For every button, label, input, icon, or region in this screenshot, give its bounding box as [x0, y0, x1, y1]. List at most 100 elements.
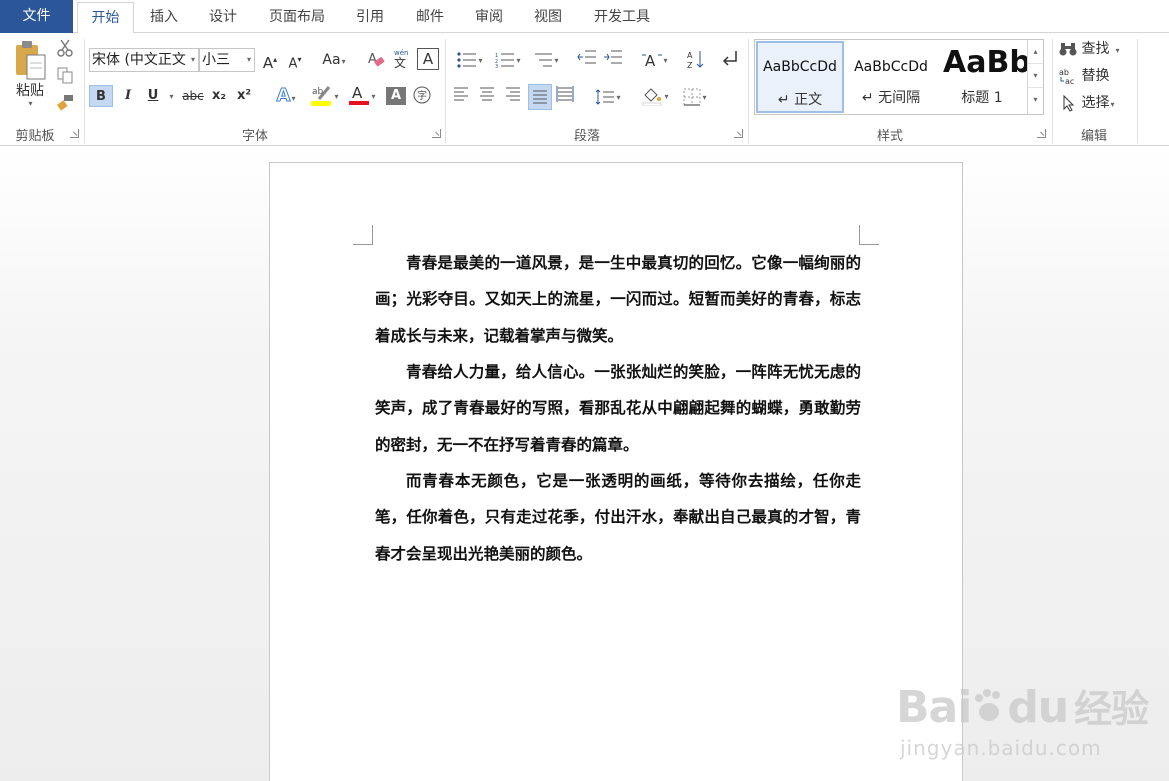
select-label: 选择 [1081, 95, 1110, 111]
align-right-button[interactable] [504, 86, 526, 108]
enclose-characters-icon: 字 [413, 86, 431, 104]
style-no-spacing[interactable]: AaBbCcDd ↵ 无间隔 [847, 41, 935, 113]
margin-corner-mark [353, 225, 373, 245]
clipboard-dialog-launcher[interactable] [70, 129, 79, 138]
document-page[interactable]: 青春是最美的一道风景，是一生中最真切的回忆。它像一幅绚丽的画；光彩夺目。又如天上… [269, 162, 963, 781]
copy-button[interactable] [56, 66, 78, 88]
shading-button[interactable]: ▾ [636, 85, 674, 107]
font-group-label: 字体 [241, 129, 268, 144]
font-dialog-launcher[interactable] [432, 129, 441, 138]
phonetic-guide-button[interactable]: wén 文 [392, 47, 412, 69]
bullets-button[interactable]: ▾ [452, 49, 488, 71]
align-center-button[interactable] [478, 86, 500, 108]
group-separator [445, 39, 446, 143]
svg-text:3: 3 [495, 64, 498, 68]
borders-icon [683, 88, 701, 105]
paste-button[interactable]: 粘贴 ▾ [8, 39, 52, 119]
character-shading-button[interactable]: A [386, 87, 406, 105]
tab-page-layout[interactable]: 页面布局 [258, 2, 336, 33]
subscript-button[interactable]: x₂ [208, 85, 230, 107]
italic-button[interactable]: I [117, 85, 139, 107]
gallery-scroll-up[interactable]: ▴ [1028, 40, 1043, 64]
line-spacing-button[interactable]: ▾ [590, 86, 626, 108]
format-painter-button[interactable] [56, 93, 78, 115]
increase-indent-button[interactable] [603, 49, 625, 71]
cut-button[interactable] [56, 39, 78, 61]
change-case-button[interactable]: Aa▾ [316, 49, 352, 71]
justify-icon [533, 90, 547, 104]
highlight-color-button[interactable]: ab ▾ [306, 83, 342, 109]
chinese-layout-button[interactable]: A ▾ [638, 49, 672, 71]
document-paragraph[interactable]: 青春是最美的一道风景，是一生中最真切的回忆。它像一幅绚丽的画；光彩夺目。又如天上… [375, 245, 861, 354]
paw-icon [975, 689, 1001, 721]
paste-dropdown-arrow[interactable]: ▾ [9, 99, 52, 109]
binoculars-icon [1059, 43, 1077, 56]
multilevel-list-icon [535, 53, 553, 66]
tab-developer[interactable]: 开发工具 [583, 2, 661, 33]
tab-review[interactable]: 审阅 [463, 2, 515, 33]
distributed-icon [556, 86, 574, 102]
bullets-icon [457, 51, 477, 68]
numbering-button[interactable]: 1 2 3 ▾ [490, 49, 526, 71]
grow-font-button[interactable]: A▴ [259, 49, 281, 72]
style-heading-1[interactable]: AaBb 标题 1 [937, 41, 1027, 113]
enclose-characters-button[interactable]: 字 [412, 85, 434, 107]
font-color-button[interactable]: A ▾ [344, 83, 380, 109]
underline-dropdown-arrow[interactable]: ▾ [166, 85, 176, 107]
replace-button[interactable]: ab ac 替换 [1059, 65, 1133, 87]
align-left-icon [454, 87, 468, 101]
font-color-icon: A [349, 84, 370, 105]
document-paragraph[interactable]: 而青春本无颜色，它是一张透明的画纸，等待你去描绘，任你走笔，任你着色，只有走过花… [375, 463, 861, 572]
scissors-icon [57, 39, 73, 57]
group-separator [748, 39, 749, 143]
find-button[interactable]: 查找 ▾ [1059, 38, 1133, 60]
font-size-value: 小三 [202, 52, 230, 68]
tab-home[interactable]: 开始 [77, 2, 134, 34]
font-name-combo[interactable]: 宋体 (中文正文 ▾ [89, 48, 199, 72]
gallery-more[interactable]: ▾ [1028, 88, 1043, 112]
tab-view[interactable]: 视图 [522, 2, 574, 33]
format-painter-icon [57, 95, 73, 111]
align-left-button[interactable] [452, 86, 474, 108]
style-sample: AaBbCcDd [854, 59, 928, 75]
clear-formatting-button[interactable]: A [366, 49, 388, 71]
align-center-icon [480, 87, 494, 101]
paste-label: 粘贴 [16, 83, 44, 99]
shrink-font-button[interactable]: A▾ [284, 49, 306, 71]
font-size-combo[interactable]: 小三 ▾ [199, 48, 255, 72]
strikethrough-button[interactable]: abc [180, 85, 206, 107]
paragraph-dialog-launcher[interactable] [734, 129, 743, 138]
multilevel-list-button[interactable]: ▾ [528, 49, 564, 71]
tab-insert[interactable]: 插入 [138, 2, 190, 33]
editing-group-label: 编辑 [1080, 129, 1107, 144]
superscript-button[interactable]: x² [233, 85, 255, 107]
watermark-brand-2: du [1007, 682, 1069, 733]
document-area: 青春是最美的一道风景，是一生中最真切的回忆。它像一幅绚丽的画；光彩夺目。又如天上… [0, 146, 1169, 781]
underline-button[interactable]: U [143, 85, 163, 107]
ribbon-tab-bar: 文件 开始 插入 设计 页面布局 引用 邮件 审阅 视图 开发工具 [0, 0, 1169, 34]
style-normal[interactable]: AaBbCcDd ↵ 正文 [756, 41, 844, 113]
svg-text:字: 字 [417, 89, 427, 102]
gallery-scroll-down[interactable]: ▾ [1028, 64, 1043, 88]
tab-references[interactable]: 引用 [344, 2, 396, 33]
decrease-indent-button[interactable] [577, 49, 599, 71]
svg-text:A: A [645, 52, 656, 69]
change-case-label: Aa [322, 52, 341, 68]
decrease-indent-icon [577, 50, 596, 64]
borders-button[interactable]: ▾ [676, 86, 714, 108]
styles-dialog-launcher[interactable] [1037, 129, 1046, 138]
sort-button[interactable]: AZ [686, 49, 708, 71]
distributed-button[interactable] [556, 86, 578, 108]
justify-button[interactable] [528, 84, 552, 110]
bold-button[interactable]: B [89, 85, 113, 107]
character-border-button[interactable]: A [417, 48, 439, 70]
show-formatting-marks-button[interactable] [720, 49, 742, 71]
sort-icon: AZ [687, 51, 704, 69]
document-paragraph[interactable]: 青春给人力量，给人信心。一张张灿烂的笑脸，一阵阵无忧无虑的笑声，成了青春最好的写… [375, 354, 861, 463]
tab-mailings[interactable]: 邮件 [404, 2, 456, 33]
select-button[interactable]: 选择▾ [1059, 92, 1133, 114]
copy-icon [57, 67, 73, 84]
tab-design[interactable]: 设计 [197, 2, 249, 33]
tab-file[interactable]: 文件 [0, 0, 73, 33]
text-effects-button[interactable]: A▾ [268, 85, 304, 107]
